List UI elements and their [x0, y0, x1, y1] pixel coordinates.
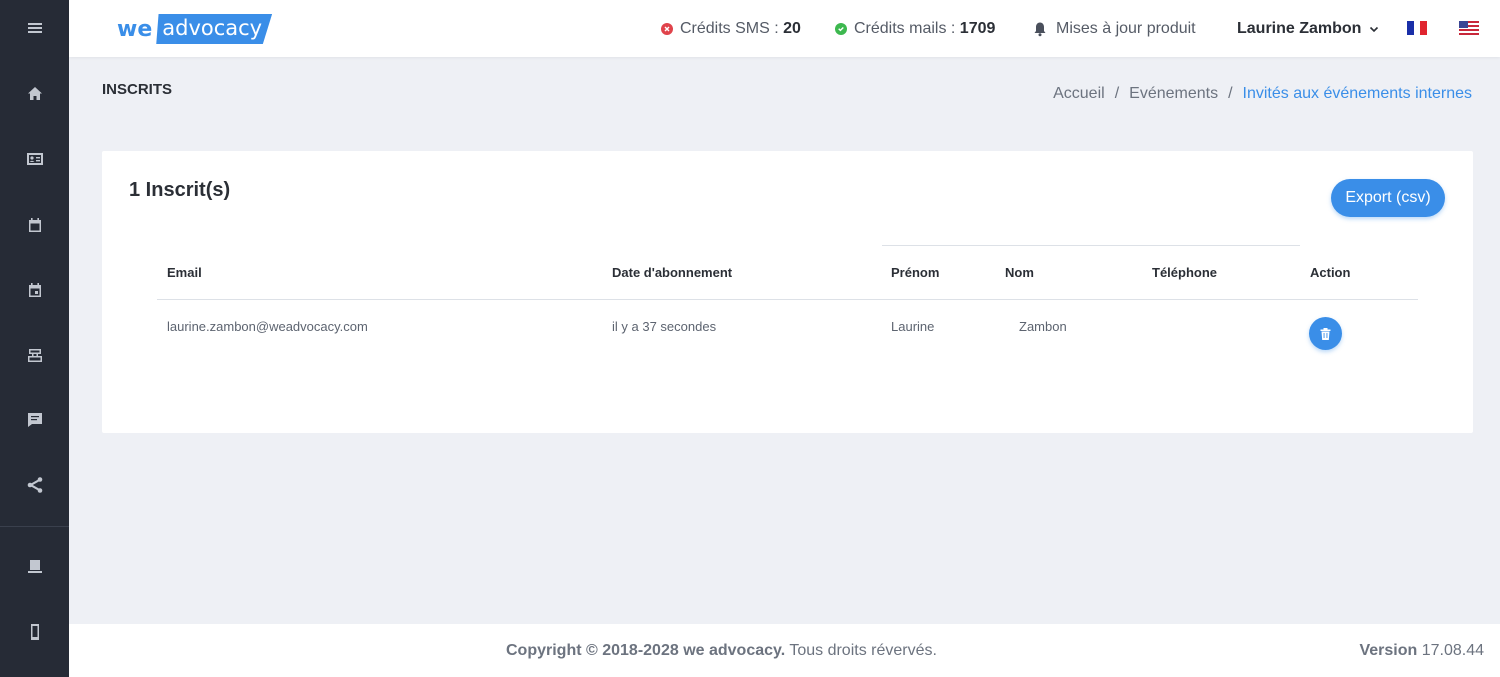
cell-email: laurine.zambon@weadvocacy.com [167, 319, 368, 334]
breadcrumb-home[interactable]: Accueil [1053, 85, 1105, 103]
chevron-down-icon [1370, 26, 1379, 32]
brand-logo[interactable]: we advocacy [117, 10, 273, 48]
mobile-icon [30, 624, 39, 640]
sms-credits: Crédits SMS : 20 [661, 0, 801, 57]
logo-advocacy: advocacy [156, 14, 273, 44]
french-flag-icon[interactable] [1407, 21, 1428, 35]
product-updates-label: Mises à jour produit [1056, 19, 1196, 37]
breadcrumb-separator: / [1228, 85, 1233, 102]
sms-credits-value: 20 [783, 19, 801, 37]
version-label: Version [1359, 642, 1418, 659]
delete-button[interactable] [1309, 317, 1342, 350]
trash-icon [1320, 327, 1331, 340]
cell-firstname: Laurine [891, 319, 935, 334]
cell-date: il y a 37 secondes [612, 319, 717, 334]
sidebar-item-mobile[interactable] [0, 612, 69, 652]
sidebar-divider [0, 526, 69, 527]
sidebar-item-home[interactable] [0, 74, 69, 114]
home-icon [27, 87, 42, 100]
copyright-text: Copyright © 2018-2028 we advocacy. Tous … [506, 642, 937, 660]
sidebar-item-events[interactable] [0, 270, 69, 310]
sidebar [0, 0, 69, 677]
desktop-icon [27, 560, 42, 573]
column-header-action: Action [1310, 265, 1351, 280]
calendar-icon [28, 218, 41, 232]
column-header-date[interactable]: Date d'abonnement [612, 265, 732, 280]
menu-toggle-button[interactable] [0, 8, 69, 48]
user-name: Laurine Zambon [1237, 19, 1362, 37]
sidebar-item-contacts[interactable] [0, 139, 69, 179]
inbox-icon [27, 349, 42, 362]
column-header-firstname[interactable]: Prénom [891, 265, 939, 280]
subscribers-count-title: 1 Inscrit(s) [129, 179, 231, 201]
table-header: Email Date d'abonnement Prénom Nom Télép… [157, 245, 1418, 300]
sidebar-item-messages[interactable] [0, 400, 69, 440]
export-csv-button[interactable]: Export (csv) [1331, 179, 1445, 217]
mail-credits-label: Crédits mails : [854, 19, 960, 37]
column-header-lastname[interactable]: Nom [1005, 265, 1034, 280]
sidebar-item-calendar[interactable] [0, 205, 69, 245]
sms-credits-label: Crédits SMS : [680, 19, 784, 37]
us-flag-icon[interactable] [1459, 21, 1479, 35]
topbar: we advocacy Crédits SMS : 20 Crédits mai… [69, 0, 1500, 57]
column-header-phone[interactable]: Téléphone [1152, 265, 1217, 280]
sidebar-item-share[interactable] [0, 465, 69, 505]
contact-card-icon [26, 153, 43, 165]
calendar-event-icon [28, 283, 41, 297]
user-menu[interactable]: Laurine Zambon [1237, 0, 1379, 57]
page-title: INSCRITS [102, 81, 173, 98]
breadcrumb-events[interactable]: Evénements [1129, 85, 1218, 103]
mail-credits-value: 1709 [959, 19, 996, 37]
logo-we: we [117, 16, 153, 42]
sidebar-item-groups[interactable] [0, 335, 69, 375]
chat-icon [27, 413, 42, 427]
menu-icon [27, 23, 42, 33]
share-icon [27, 477, 42, 493]
subscribers-card: 1 Inscrit(s) Export (csv) Email Date d'a… [102, 151, 1473, 433]
bell-icon [1034, 22, 1046, 36]
breadcrumb-separator: / [1114, 85, 1120, 102]
column-header-email[interactable]: Email [167, 265, 202, 280]
sms-status-icon [661, 22, 673, 35]
breadcrumb: Accueil / Evénements / Invités aux événe… [1053, 85, 1472, 103]
copyright-bold: Copyright © 2018-2028 we advocacy. [506, 642, 786, 659]
product-updates-link[interactable]: Mises à jour produit [1032, 0, 1196, 57]
table-row: laurine.zambon@weadvocacy.com il y a 37 … [157, 300, 1418, 360]
breadcrumb-current: Invités aux événements internes [1242, 85, 1472, 102]
version-info: Version 17.08.44 [1359, 642, 1484, 660]
version-number: 17.08.44 [1417, 642, 1484, 659]
cell-lastname: Zambon [1019, 319, 1067, 334]
mail-credits: Crédits mails : 1709 [835, 0, 995, 57]
sidebar-item-desktop[interactable] [0, 547, 69, 587]
footer: Copyright © 2018-2028 we advocacy. Tous … [69, 624, 1500, 677]
mail-status-icon [835, 22, 847, 35]
copyright-rest: Tous droits révervés. [785, 642, 937, 659]
